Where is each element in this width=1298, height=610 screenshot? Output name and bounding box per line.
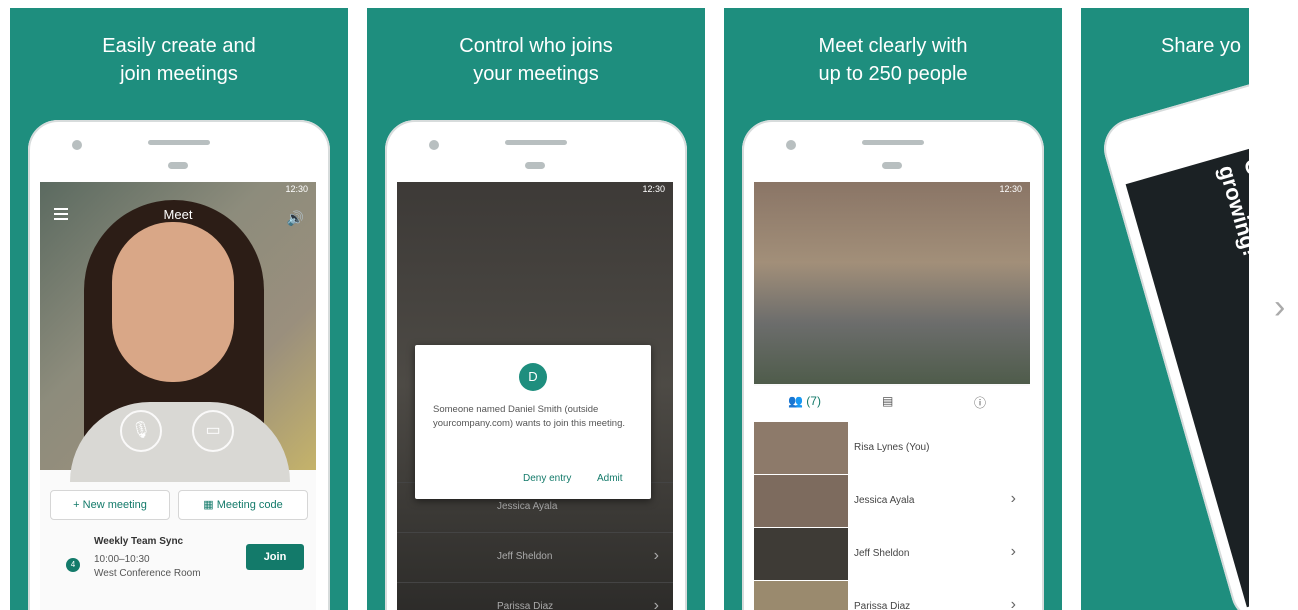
status-time: 12:30 <box>642 184 665 194</box>
chevron-right-icon: › <box>1010 596 1016 610</box>
caption-line: your meetings <box>473 63 599 85</box>
participant-thumbnail <box>754 528 848 580</box>
status-time: 12:30 <box>285 184 308 194</box>
phone-mockup: 12:30 Meet 🔊 🎙 ▭ + New meeting ▦ Meeting… <box>28 120 330 610</box>
new-meeting-button[interactable]: + New meeting <box>50 490 170 520</box>
list-item[interactable]: Parissa Diaz › <box>397 582 673 610</box>
people-icon[interactable]: 👥 (7) <box>788 394 821 408</box>
screenshot-panel-1: Easily create and join meetings 12:30 Me… <box>10 8 348 610</box>
caption-line: Meet clearly with <box>818 35 968 57</box>
join-request-dialog: D Someone named Daniel Smith (outside yo… <box>415 345 651 499</box>
join-button[interactable]: Join <box>246 544 304 570</box>
panel-caption: Easily create and join meetings <box>10 32 348 88</box>
sensor <box>882 162 902 169</box>
event-time: 10:00–10:30 <box>94 554 150 565</box>
mic-icon[interactable]: 🎙 <box>120 410 162 452</box>
list-item[interactable]: Jeff Sheldon › <box>754 528 1030 582</box>
sensor <box>168 162 188 169</box>
phone-mockup: 12:30 Jessica Ayala Jeff Sheldon › Pariss… <box>385 120 687 610</box>
status-bar: 12:30 <box>40 182 316 196</box>
speaker-grille <box>862 140 924 145</box>
calendar-event[interactable]: 4 Weekly Team Sync 10:00–10:30 West Conf… <box>50 534 306 604</box>
list-item[interactable]: Jessica Ayala › <box>754 475 1030 529</box>
phone-mockup: Our team growing! <box>1097 56 1249 610</box>
panel-caption: Meet clearly with up to 250 people <box>724 32 1062 88</box>
slide-text: Our team growing! <box>1213 155 1249 262</box>
tab-bar: 👥 (7) ▤ ⓘ <box>754 386 1030 423</box>
status-bar: 12:30 <box>397 182 673 196</box>
participant-name: Parissa Diaz <box>854 601 911 610</box>
dialog-message: Someone named Daniel Smith (outside your… <box>433 404 626 429</box>
sensor <box>525 162 545 169</box>
participant-name: Risa Lynes (You) <box>854 442 930 453</box>
camera-dot <box>786 140 796 150</box>
participant-name: Jeff Sheldon <box>854 548 910 559</box>
participant-name: Parissa Diaz <box>497 601 554 610</box>
chat-icon[interactable]: ▤ <box>882 394 893 408</box>
event-icon: 4 <box>66 558 80 572</box>
menu-icon[interactable] <box>54 208 68 210</box>
event-title: Weekly Team Sync <box>94 536 184 547</box>
participant-thumbnail <box>754 581 848 610</box>
group-video <box>754 182 1030 384</box>
volume-icon[interactable]: 🔊 <box>287 207 304 229</box>
participant-thumbnail <box>754 422 848 474</box>
phone-screen: 12:30 👥 (7) ▤ ⓘ Risa Lynes (You) Jessica… <box>754 182 1030 610</box>
participant-thumbnail <box>754 475 848 527</box>
phone-screen: 12:30 Jessica Ayala Jeff Sheldon › Pariss… <box>397 182 673 610</box>
app-bar: Meet 🔊 <box>40 204 316 226</box>
speaker-grille <box>148 140 210 145</box>
list-item[interactable]: Parissa Diaz › <box>754 581 1030 610</box>
status-bar: 12:30 <box>754 182 1030 196</box>
info-icon[interactable]: ⓘ <box>974 394 986 411</box>
participant-name: Jeff Sheldon <box>497 551 553 562</box>
new-meeting-label: New meeting <box>82 499 147 511</box>
camera-dot <box>429 140 439 150</box>
phone-screen: 12:30 Meet 🔊 🎙 ▭ + New meeting ▦ Meeting… <box>40 182 316 610</box>
caption-line: join meetings <box>120 63 238 85</box>
camera-dot <box>72 140 82 150</box>
screenshot-panel-4: Share yo Our team growing! <box>1081 8 1249 610</box>
caption-line: up to 250 people <box>818 63 968 85</box>
meeting-actions: + New meeting ▦ Meeting code <box>50 490 308 520</box>
panel-caption: Share yo <box>1161 32 1249 60</box>
app-title: Meet <box>163 207 193 222</box>
list-item[interactable]: Jeff Sheldon › <box>397 532 673 583</box>
admit-button[interactable]: Admit <box>597 473 623 484</box>
chevron-right-icon: › <box>1010 543 1016 560</box>
chevron-right-icon: › <box>653 547 659 564</box>
list-item[interactable]: Risa Lynes (You) <box>754 422 1030 476</box>
speaker-grille <box>505 140 567 145</box>
caption-line: Share yo <box>1161 35 1242 57</box>
participant-name: Jessica Ayala <box>497 501 558 512</box>
chevron-right-icon[interactable]: › <box>1274 288 1285 327</box>
caption-line: Easily create and <box>102 35 256 57</box>
camera-icon[interactable]: ▭ <box>192 410 234 452</box>
person-face <box>112 222 234 382</box>
people-count: (7) <box>806 394 821 408</box>
screenshot-panel-2: Control who joins your meetings 12:30 Je… <box>367 8 705 610</box>
screenshot-panel-3: Meet clearly with up to 250 people 12:30… <box>724 8 1062 610</box>
chevron-right-icon: › <box>1010 490 1016 507</box>
avatar: D <box>519 363 547 391</box>
caption-line: Control who joins <box>459 35 613 57</box>
panel-caption: Control who joins your meetings <box>367 32 705 88</box>
participant-name: Jessica Ayala <box>854 495 915 506</box>
chevron-right-icon: › <box>653 597 659 610</box>
status-time: 12:30 <box>999 184 1022 194</box>
meeting-code-button[interactable]: ▦ Meeting code <box>178 490 308 520</box>
event-room: West Conference Room <box>94 568 201 579</box>
meeting-code-label: Meeting code <box>216 499 283 511</box>
phone-mockup: 12:30 👥 (7) ▤ ⓘ Risa Lynes (You) Jessica… <box>742 120 1044 610</box>
phone-screen: Our team growing! <box>1125 119 1249 608</box>
deny-entry-button[interactable]: Deny entry <box>523 473 571 484</box>
